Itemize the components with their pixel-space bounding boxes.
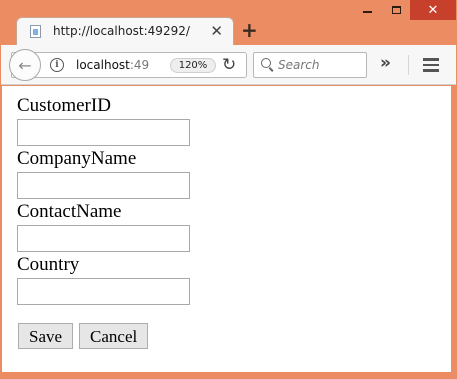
navigation-toolbar: ← i localhost:49 120% ↻ »: [1, 45, 456, 85]
maximize-button[interactable]: [382, 0, 410, 20]
form-actions: Save Cancel: [18, 323, 154, 349]
country-label: Country: [17, 254, 80, 275]
save-button[interactable]: Save: [18, 323, 74, 349]
browser-window: ✕ http://localhost:49292/ ✕ + ← i localh…: [0, 0, 457, 379]
search-input[interactable]: [278, 56, 362, 74]
minimize-button[interactable]: [352, 0, 382, 20]
back-arrow-icon: ←: [18, 55, 32, 75]
close-window-button[interactable]: ✕: [410, 0, 456, 20]
address-bar[interactable]: ← i localhost:49 120% ↻: [9, 49, 247, 81]
customer-id-input[interactable]: [17, 119, 190, 146]
url-host: localhost: [76, 58, 130, 72]
maximize-icon: [391, 6, 401, 14]
site-info-icon[interactable]: i: [50, 58, 64, 72]
minimize-icon: [362, 11, 372, 13]
page-content: CustomerID CompanyName ContactName Count…: [2, 86, 451, 372]
reload-icon[interactable]: ↻: [222, 55, 236, 75]
zoom-level-indicator[interactable]: 120%: [170, 58, 216, 73]
tab-close-icon[interactable]: ✕: [210, 22, 223, 40]
overflow-chevron-icon[interactable]: »: [380, 53, 391, 73]
customer-form: CustomerID CompanyName ContactName Count…: [17, 95, 190, 307]
page-favicon-icon: [30, 25, 41, 38]
cancel-button[interactable]: Cancel: [79, 323, 149, 349]
back-button[interactable]: ←: [9, 49, 41, 81]
customer-id-label: CustomerID: [17, 95, 111, 116]
close-icon: ✕: [427, 2, 439, 18]
search-icon: [261, 58, 271, 68]
new-tab-button[interactable]: +: [241, 20, 258, 40]
country-input[interactable]: [17, 278, 190, 305]
contact-name-input[interactable]: [17, 225, 190, 252]
hamburger-menu-icon[interactable]: [423, 58, 439, 72]
tab-title: http://localhost:49292/: [53, 24, 190, 38]
contact-name-label: ContactName: [17, 201, 122, 222]
company-name-input[interactable]: [17, 172, 190, 199]
company-name-label: CompanyName: [17, 148, 137, 169]
url-text[interactable]: localhost:49: [76, 58, 149, 72]
search-bar[interactable]: [253, 52, 367, 78]
toolbar-divider: [408, 55, 409, 75]
browser-tab[interactable]: http://localhost:49292/ ✕: [16, 17, 234, 46]
url-port: :49: [129, 58, 150, 72]
